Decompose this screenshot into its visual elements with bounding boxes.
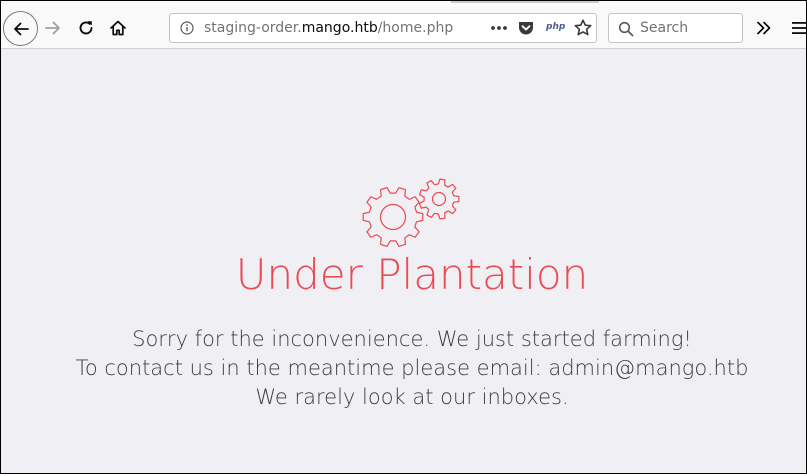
star-icon[interactable] [573,18,593,38]
browser-toolbar: staging-order.mango.htb/home.php php [1,1,806,49]
url-bar[interactable]: staging-order.mango.htb/home.php php [169,13,597,43]
more-dots-icon[interactable] [488,18,510,38]
search-input[interactable] [640,18,738,38]
back-button[interactable] [3,11,38,46]
url-prefix: staging-order. [204,20,302,36]
info-icon[interactable] [180,21,194,35]
reload-icon [79,21,93,35]
double-chevron-icon [757,21,771,35]
search-box[interactable] [608,13,743,43]
url-host: mango.htb [301,20,378,36]
pocket-icon[interactable] [517,19,535,37]
message-line-3: We rarely look at our inboxes. [255,385,569,409]
php-extension-badge[interactable]: php [546,20,565,34]
forward-button[interactable] [40,15,66,41]
page-title: Under Plantation [235,250,589,299]
search-icon [618,21,634,37]
forward-arrow-icon [45,21,60,35]
home-button[interactable] [105,15,131,41]
browser-window: staging-order.mango.htb/home.php php Sea… [0,0,807,474]
reload-button[interactable] [73,15,99,41]
hamburger-menu-icon [792,22,806,34]
gears-icon [362,178,460,247]
home-icon [110,20,126,36]
message-line-1: Sorry for the inconvenience. We just sta… [132,327,692,351]
url-path: /home.php [377,20,454,36]
overflow-button[interactable] [751,15,777,41]
message-line-2: To contact us in the meantime please ema… [75,356,749,380]
back-arrow-icon [13,22,29,35]
url-text[interactable]: staging-order.mango.htb/home.php [204,20,453,37]
menu-button[interactable] [789,15,806,41]
page-content: Under Plantation Sorry for the inconveni… [1,49,806,473]
tab-strip-edge [451,1,599,3]
